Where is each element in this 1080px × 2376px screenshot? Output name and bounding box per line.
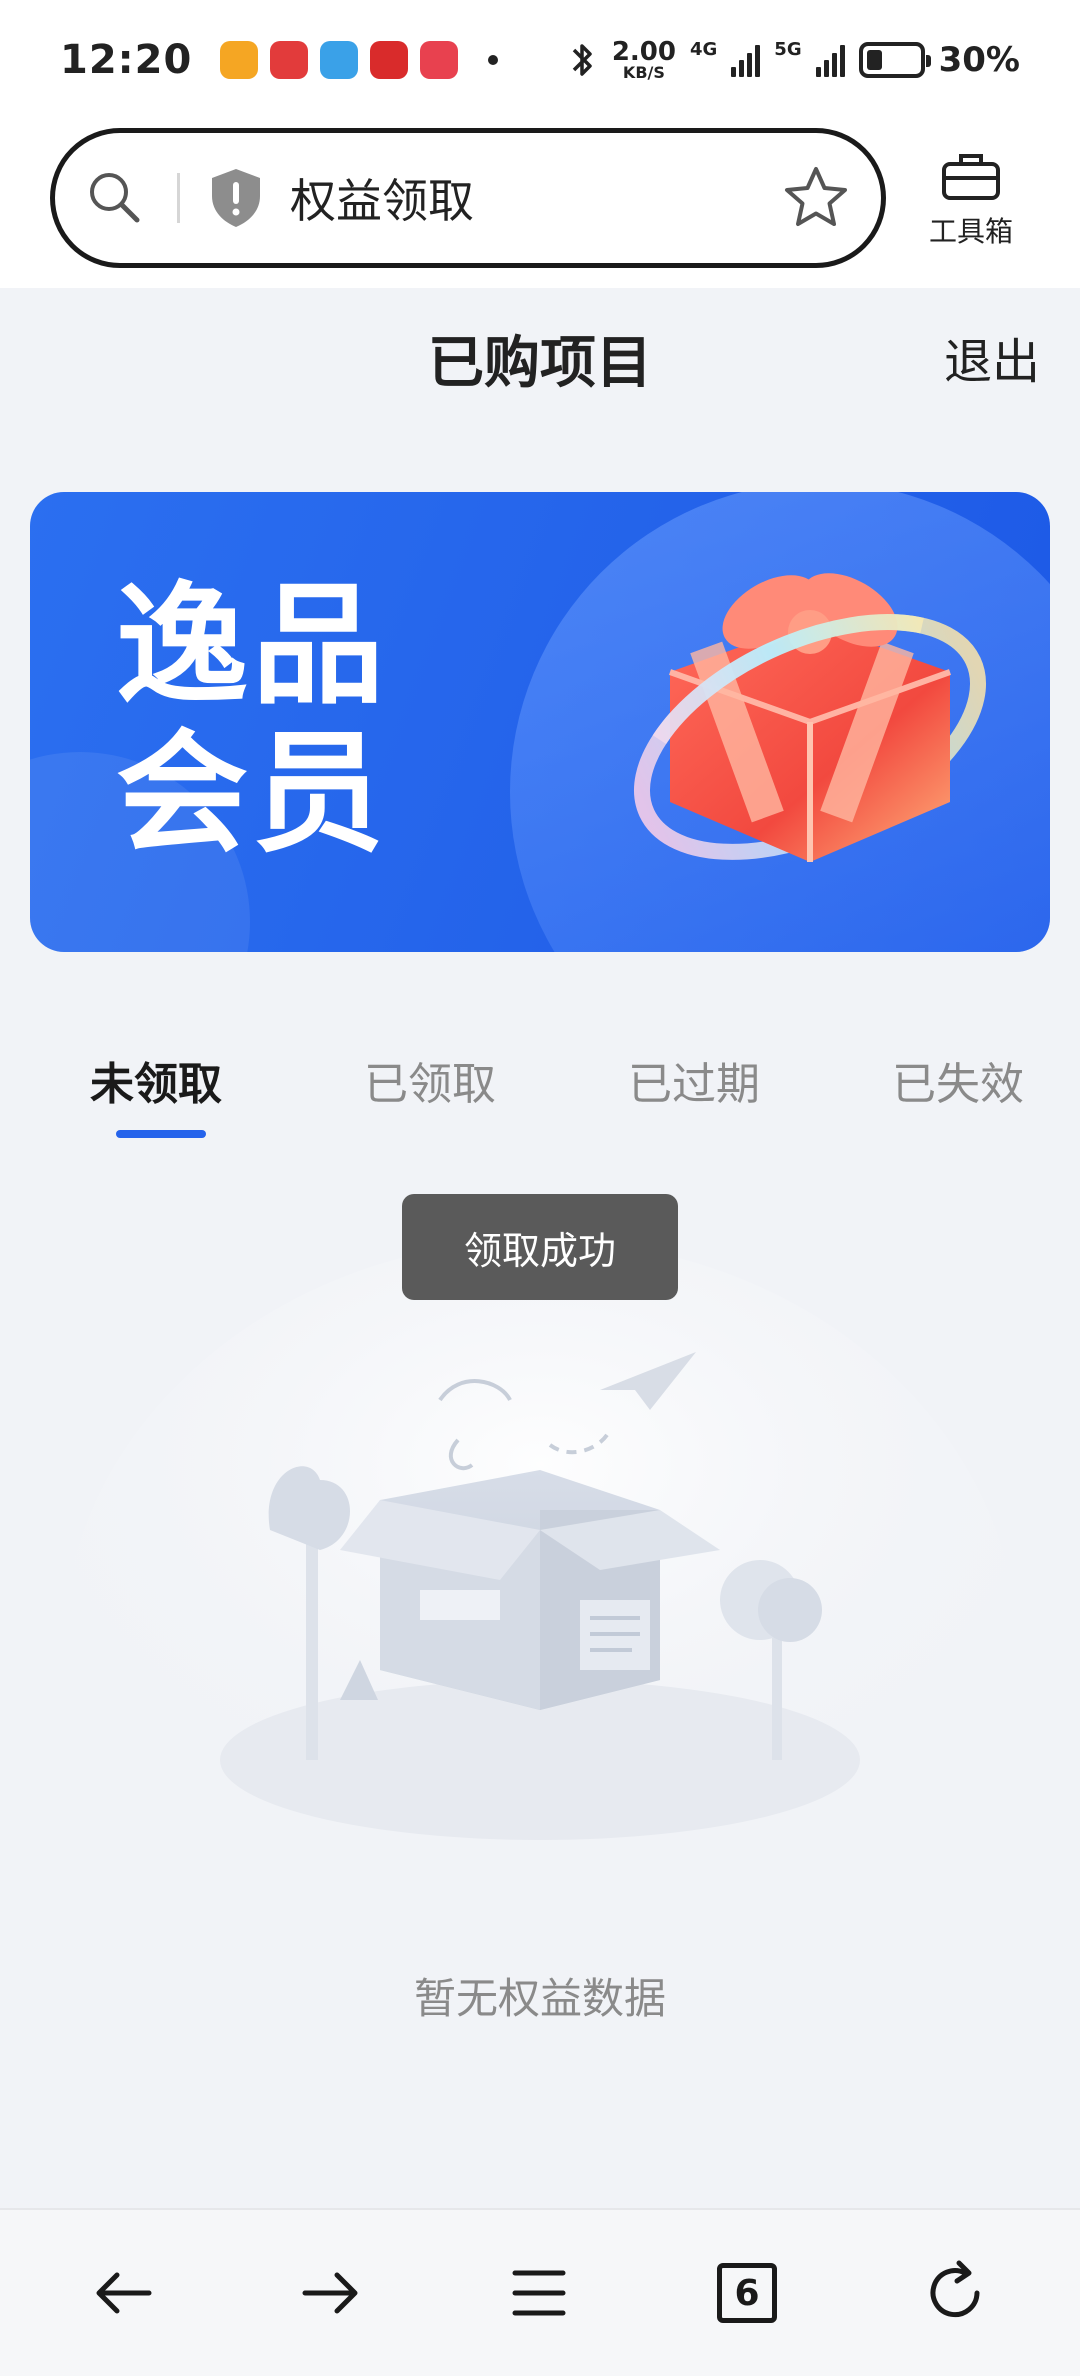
weibo-icon — [220, 41, 259, 79]
membership-banner: 逸品 会员 — [30, 492, 1050, 952]
forward-button[interactable] — [286, 2248, 376, 2338]
arrow-left-icon — [96, 2272, 152, 2314]
refresh-icon — [930, 2260, 980, 2318]
toolbox-button[interactable]: 工具箱 — [916, 150, 1026, 250]
banner-title-line2: 会员 — [116, 717, 388, 871]
battery-icon — [858, 42, 931, 78]
page-title: 已购项目 — [428, 331, 652, 396]
claim-status-tabs: 未领取 已领取 已过期 已失效 — [0, 1048, 1080, 1148]
ifeng-icon — [270, 41, 309, 79]
address-text[interactable]: 权益领取 — [290, 165, 474, 231]
security-shield-icon[interactable] — [208, 166, 264, 230]
network-speed: 2.00 KB/S — [611, 37, 676, 82]
network-type-4g: 4G — [689, 39, 718, 60]
toolbox-label: 工具箱 — [928, 215, 1013, 248]
status-time: 12:20 — [60, 37, 193, 83]
tab-count: 6 — [717, 2263, 777, 2323]
tab-expired[interactable]: 已过期 — [628, 1048, 760, 1112]
browser-toolbar: 权益领取 工具箱 — [0, 120, 1080, 288]
signal-strength-icon — [731, 43, 761, 77]
network-type-5g: 5G — [774, 39, 802, 60]
telegram-icon — [320, 41, 359, 79]
bookmark-star-icon[interactable] — [781, 163, 851, 233]
success-toast: 领取成功 — [402, 1194, 678, 1300]
refresh-button[interactable] — [910, 2248, 1000, 2338]
notification-app-icons — [220, 41, 499, 79]
active-tab-indicator — [116, 1130, 206, 1138]
cctv-icon — [370, 41, 409, 79]
tab-unclaimed[interactable]: 未领取 — [90, 1048, 222, 1112]
more-notifications-icon — [488, 55, 499, 65]
tab-invalid[interactable]: 已失效 — [892, 1048, 1024, 1112]
menu-button[interactable] — [494, 2248, 584, 2338]
arrow-right-icon — [302, 2272, 358, 2314]
signal-strength-icon-2 — [815, 43, 845, 77]
gift-box-icon — [633, 573, 987, 862]
empty-box-illustration — [60, 1240, 1020, 1880]
menu-icon — [512, 2270, 566, 2316]
empty-state-text: 暂无权益数据 — [413, 1974, 666, 2023]
address-divider — [177, 173, 180, 223]
tab-claimed[interactable]: 已领取 — [364, 1048, 496, 1112]
logout-button[interactable]: 退出 — [944, 322, 1040, 392]
address-bar[interactable]: 权益领取 — [50, 128, 886, 268]
search-icon[interactable] — [85, 168, 145, 228]
toolbox-icon — [942, 154, 1000, 200]
bluetooth-icon — [572, 44, 592, 76]
battery-percent: 30% — [938, 40, 1020, 80]
tabs-button[interactable]: 6 — [702, 2248, 792, 2338]
bottom-navigation: 6 — [0, 2208, 1080, 2376]
banner-title-line1: 逸品 — [116, 569, 388, 723]
back-button[interactable] — [78, 2248, 168, 2338]
video-player-icon — [420, 41, 459, 79]
status-bar: 12:20 2.00 KB/S 4G 5G 30% — [0, 0, 1080, 120]
